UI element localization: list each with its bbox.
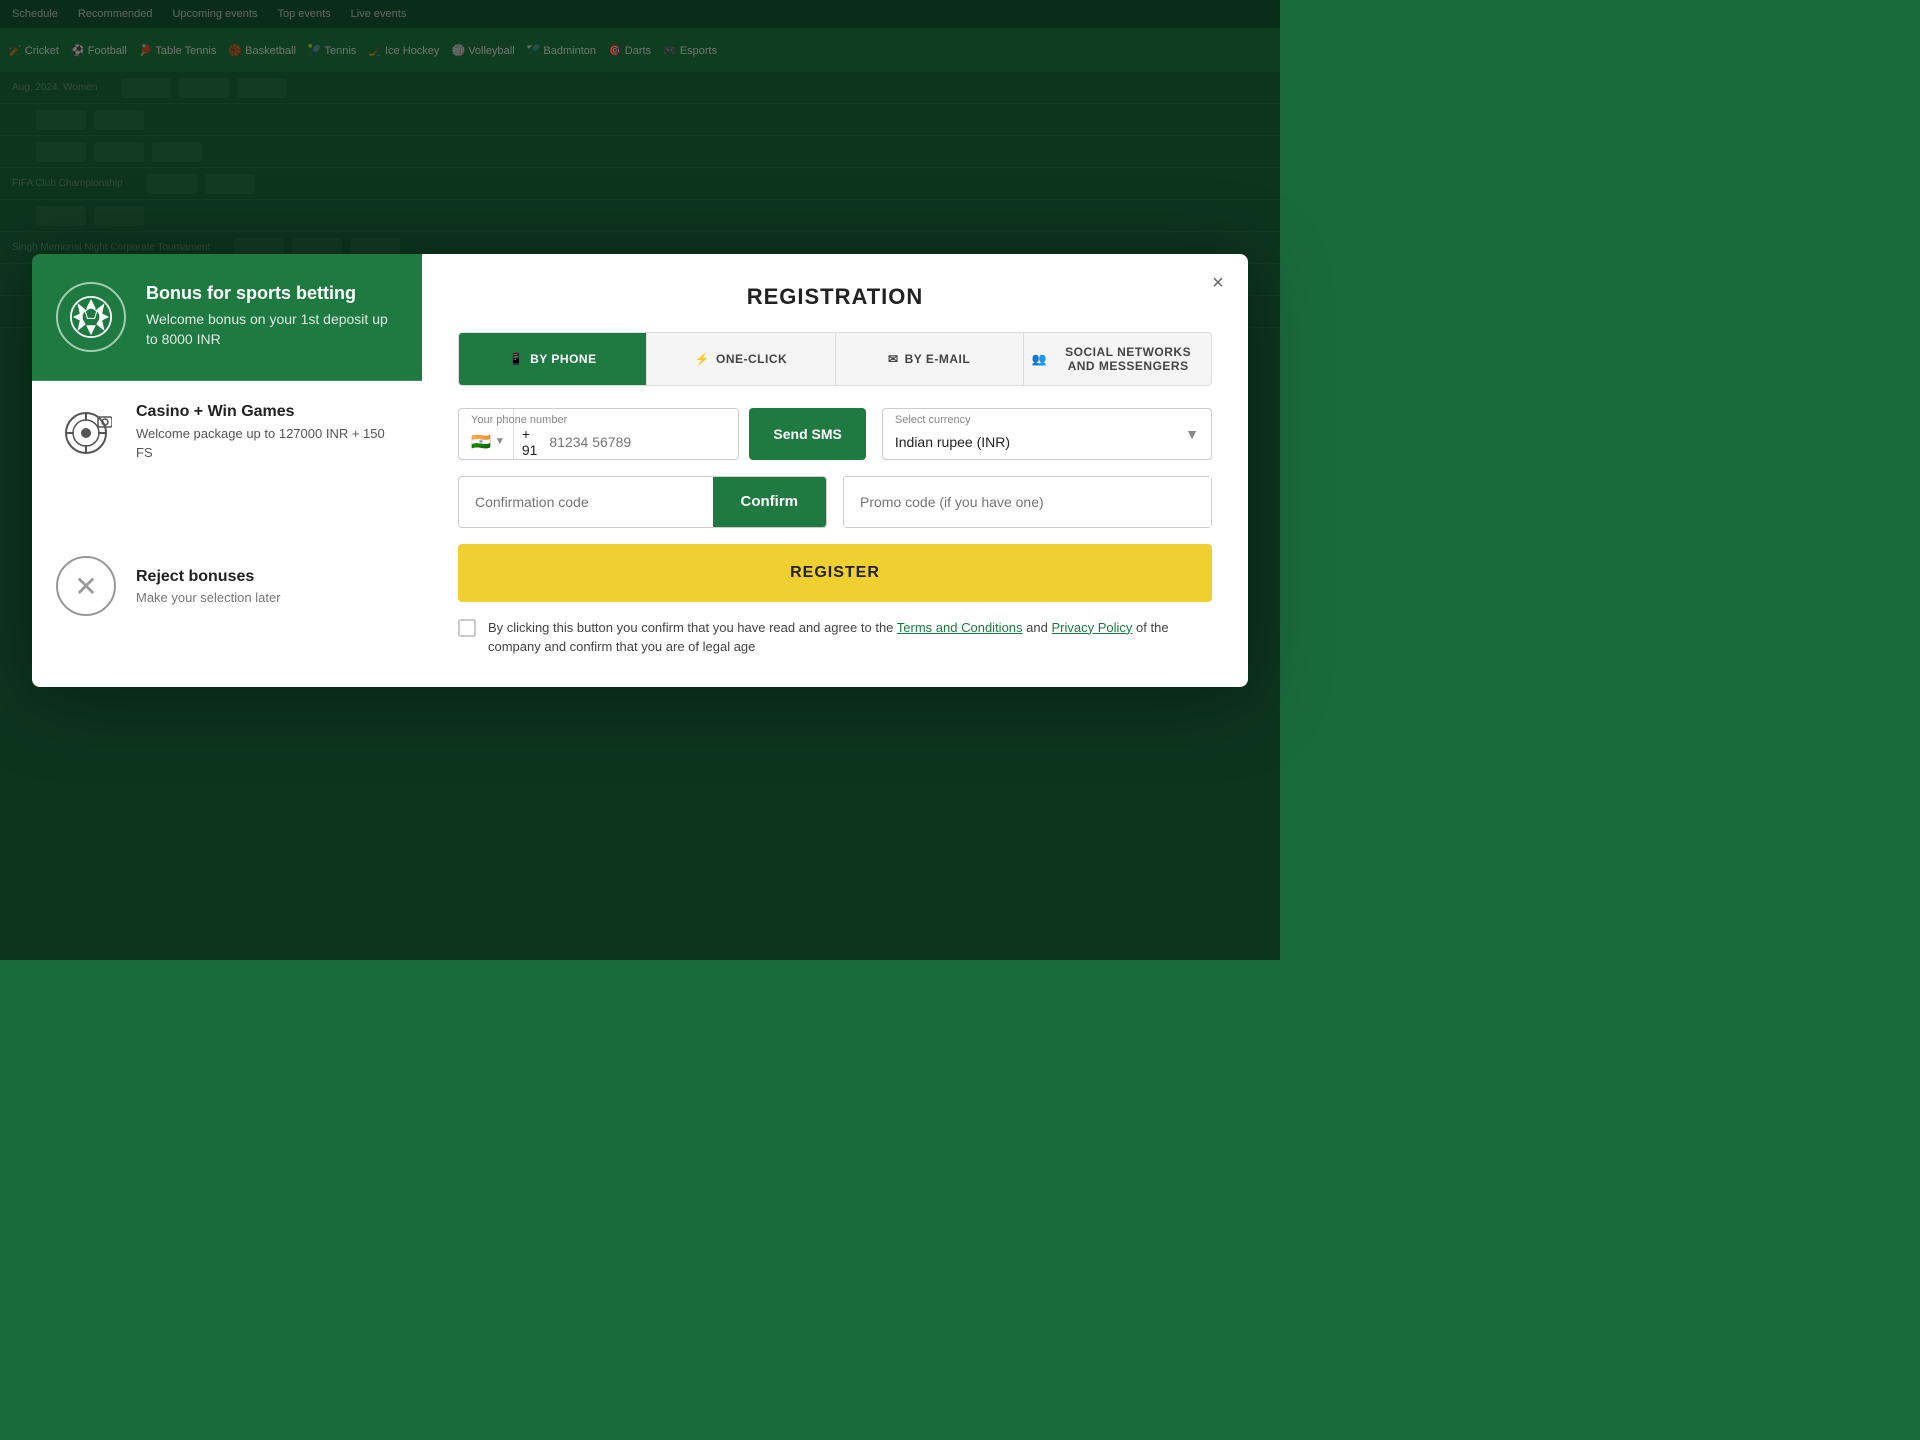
reject-bonus-title: Reject bonuses bbox=[136, 568, 281, 586]
phone-input[interactable] bbox=[545, 409, 738, 459]
casino-chips-icon bbox=[56, 403, 116, 463]
close-button[interactable]: × bbox=[1204, 270, 1232, 298]
country-flag: 🇮🇳 bbox=[471, 432, 491, 452]
reject-bonus-item[interactable]: ✕ Reject bonuses Make your selection lat… bbox=[32, 486, 422, 687]
casino-bonus-item[interactable]: Casino + Win Games Welcome package up to… bbox=[32, 381, 422, 486]
country-chevron-icon: ▼ bbox=[495, 436, 505, 447]
phone-label: Your phone number bbox=[471, 414, 567, 426]
casino-bonus-text: Casino + Win Games Welcome package up to… bbox=[136, 403, 398, 461]
promo-input[interactable] bbox=[844, 477, 1211, 527]
casino-bonus-desc: Welcome package up to 127000 INR + 150 F… bbox=[136, 425, 398, 461]
currency-label: Select currency bbox=[895, 414, 971, 426]
bonus-panel: Bonus for sports betting Welcome bonus o… bbox=[32, 254, 422, 687]
phone-prefix: + 91 bbox=[514, 404, 546, 464]
registration-panel: × REGISTRATION 📱 BY PHONE ⚡ ONE-CLICK ✉ … bbox=[422, 254, 1248, 687]
phone-currency-row: Your phone number 🇮🇳 ▼ + 91 Send SMS Sel… bbox=[458, 408, 1212, 460]
oneclick-tab-label: ONE-CLICK bbox=[716, 352, 787, 366]
social-tab-icon: 👥 bbox=[1032, 352, 1047, 366]
reject-bonus-desc: Make your selection later bbox=[136, 590, 281, 605]
email-tab-label: BY E-MAIL bbox=[905, 352, 971, 366]
registration-title: REGISTRATION bbox=[458, 284, 1212, 310]
phone-tab-icon: 📱 bbox=[509, 352, 524, 366]
terms-checkbox[interactable] bbox=[458, 619, 476, 637]
tab-social[interactable]: 👥 SOCIAL NETWORKS AND MESSENGERS bbox=[1024, 333, 1211, 385]
reject-icon: ✕ bbox=[56, 556, 116, 616]
soccer-ball-icon bbox=[56, 282, 126, 352]
sports-bonus-item[interactable]: Bonus for sports betting Welcome bonus o… bbox=[32, 254, 422, 381]
social-tab-label: SOCIAL NETWORKS AND MESSENGERS bbox=[1053, 345, 1203, 373]
confirm-button[interactable]: Confirm bbox=[713, 477, 827, 527]
reject-bonus-text: Reject bonuses Make your selection later bbox=[136, 568, 281, 605]
phone-tab-label: BY PHONE bbox=[530, 352, 596, 366]
terms-and-conditions-link[interactable]: Terms and Conditions bbox=[897, 620, 1023, 635]
confirmation-input[interactable] bbox=[459, 477, 713, 527]
modal-overlay: Bonus for sports betting Welcome bonus o… bbox=[0, 0, 1280, 960]
sports-bonus-text: Bonus for sports betting Welcome bonus o… bbox=[146, 283, 398, 349]
email-tab-icon: ✉ bbox=[888, 352, 899, 366]
casino-bonus-title: Casino + Win Games bbox=[136, 403, 398, 421]
register-button[interactable]: REGISTER bbox=[458, 544, 1212, 602]
sports-bonus-title: Bonus for sports betting bbox=[146, 283, 398, 304]
send-sms-button[interactable]: Send SMS bbox=[749, 408, 865, 460]
currency-field-wrapper: Select currency Indian rupee (INR) USD E… bbox=[882, 408, 1212, 460]
registration-tabs: 📱 BY PHONE ⚡ ONE-CLICK ✉ BY E-MAIL 👥 SOC… bbox=[458, 332, 1212, 386]
sports-bonus-desc: Welcome bonus on your 1st deposit up to … bbox=[146, 310, 398, 349]
oneclick-tab-icon: ⚡ bbox=[695, 352, 710, 366]
terms-text: By clicking this button you confirm that… bbox=[488, 618, 1212, 657]
confirmation-promo-row: Confirm bbox=[458, 476, 1212, 528]
promo-field-wrapper bbox=[843, 476, 1212, 528]
terms-row: By clicking this button you confirm that… bbox=[458, 618, 1212, 657]
tab-by-phone[interactable]: 📱 BY PHONE bbox=[459, 333, 647, 385]
phone-field-wrapper: Your phone number 🇮🇳 ▼ + 91 bbox=[458, 408, 739, 460]
confirmation-field-wrapper: Confirm bbox=[458, 476, 827, 528]
privacy-policy-link[interactable]: Privacy Policy bbox=[1051, 620, 1132, 635]
registration-modal: Bonus for sports betting Welcome bonus o… bbox=[32, 254, 1248, 687]
tab-one-click[interactable]: ⚡ ONE-CLICK bbox=[647, 333, 835, 385]
tab-by-email[interactable]: ✉ BY E-MAIL bbox=[836, 333, 1024, 385]
